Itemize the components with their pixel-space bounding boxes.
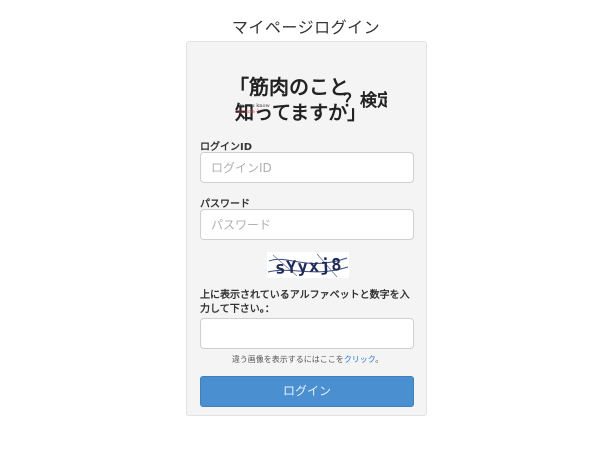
quiz-logo: 「筋肉のこと 知ってますか」 ？検定 Do you know muscle ? xyxy=(229,75,387,122)
captcha-text: sYyxj8 xyxy=(275,255,343,278)
logo-line1: 「筋肉のこと xyxy=(229,75,349,99)
page-title: マイページログイン xyxy=(231,18,381,37)
login-panel: 「筋肉のこと 知ってますか」 ？検定 Do you know muscle ? … xyxy=(186,41,427,416)
logo-en-line2: muscle ? xyxy=(237,109,259,115)
logo-suffix: ？検定 xyxy=(343,90,387,111)
login-id-label: ログインID xyxy=(200,142,253,153)
password-label: パスワード xyxy=(200,199,250,210)
captcha-input[interactable] xyxy=(200,318,414,349)
refresh-captcha-link[interactable]: クリック xyxy=(344,355,375,364)
refresh-note-end: 。 xyxy=(375,355,384,364)
login-button[interactable]: ログイン xyxy=(200,376,414,407)
password-input[interactable] xyxy=(200,209,414,240)
refresh-note-text: 違う画像を表示するにはここを xyxy=(231,355,344,364)
captcha-instruction: 上に表示されているアルファベットと数字を入力して下さい。： xyxy=(200,290,410,315)
captcha-image: sYyxj8 xyxy=(267,252,349,278)
login-id-input[interactable] xyxy=(200,152,414,183)
captcha-refresh-note: 違う画像を表示するにはここをクリック。 xyxy=(187,354,428,365)
